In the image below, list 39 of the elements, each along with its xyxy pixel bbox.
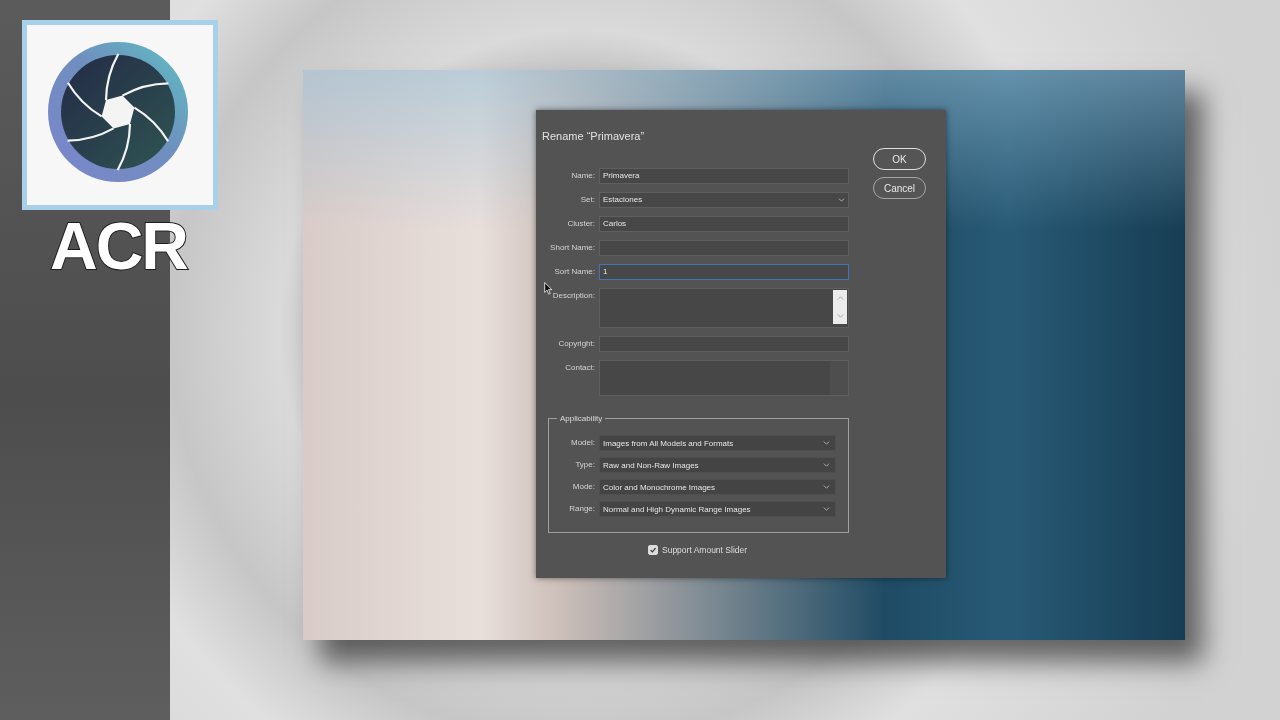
dropdown[interactable]: Raw and Non-Raw Images — [599, 457, 836, 473]
field-label: Sort Name: — [554, 267, 595, 277]
checkbox[interactable] — [648, 545, 658, 555]
checkbox-label[interactable]: Support Amount Slider — [662, 545, 748, 555]
field-label: Contact: — [565, 363, 595, 373]
text-field[interactable]: 1 — [599, 264, 849, 280]
field-label: Set: — [580, 195, 595, 205]
chevron-down-icon — [823, 441, 830, 445]
dropdown[interactable]: Normal and High Dynamic Range Images — [599, 501, 836, 517]
cancel-button[interactable]: Cancel — [873, 177, 926, 199]
dropdown[interactable]: Color and Monochrome Images — [599, 479, 836, 495]
chevron-up-icon — [836, 296, 844, 300]
field-label: Type: — [575, 460, 595, 470]
chevron-down-icon — [823, 485, 830, 489]
field-label: Model: — [571, 438, 595, 448]
dropdown[interactable]: Images from All Models and Formats — [599, 435, 836, 451]
dropdown[interactable]: Estaciones — [599, 192, 849, 208]
field-label: Copyright: — [558, 339, 595, 349]
text-field[interactable]: Primavera — [599, 168, 849, 184]
chevron-down-icon — [823, 507, 830, 511]
mouse-cursor-icon — [544, 282, 553, 295]
field-label: Description: — [552, 291, 595, 301]
field-label: Mode: — [572, 482, 595, 492]
text-field[interactable]: Carlos — [599, 216, 849, 232]
field-label: Range: — [569, 504, 595, 514]
chevron-down-icon — [836, 314, 844, 318]
scrollbar[interactable] — [833, 290, 847, 324]
field-label: Short Name: — [550, 243, 595, 253]
group-title: Applicability — [557, 413, 606, 424]
field-label: Cluster: — [567, 219, 595, 229]
text-field[interactable] — [599, 240, 849, 256]
dialog-title: Rename “Primavera” — [541, 129, 646, 143]
aperture-logo-icon — [22, 20, 218, 210]
text-field[interactable] — [599, 336, 849, 352]
chevron-down-icon — [823, 463, 830, 467]
text-area[interactable] — [599, 288, 849, 328]
ok-button[interactable]: OK — [873, 148, 926, 170]
field-label: Name: — [571, 171, 595, 181]
chevron-down-icon — [838, 198, 845, 202]
